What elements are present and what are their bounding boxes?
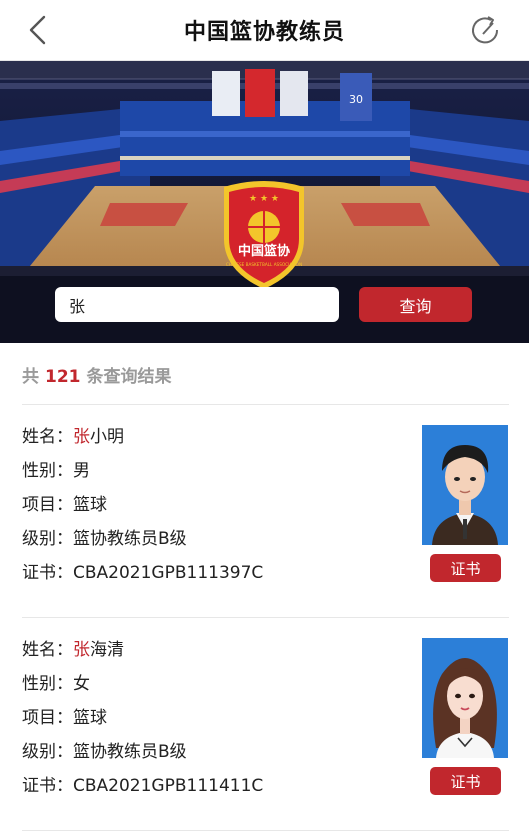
event-value: 篮球 bbox=[73, 708, 107, 728]
cert-row: 证书：CBA2021GPB111411C bbox=[22, 774, 263, 798]
gender-label: 性别： bbox=[22, 461, 73, 481]
summary-prefix: 共 bbox=[22, 367, 39, 387]
level-value: 篮协教练员B级 bbox=[73, 529, 187, 549]
event-row: 项目：篮球 bbox=[22, 706, 107, 730]
certificate-button[interactable]: 证书 bbox=[430, 554, 501, 582]
certificate-button[interactable]: 证书 bbox=[430, 767, 501, 795]
gender-label: 性别： bbox=[22, 674, 73, 694]
cert-label: 证书： bbox=[22, 776, 73, 796]
nav-bar: 中国篮协教练员 bbox=[0, 0, 529, 61]
level-label: 级别： bbox=[22, 742, 73, 762]
event-value: 篮球 bbox=[73, 495, 107, 515]
level-label: 级别： bbox=[22, 529, 73, 549]
cert-row: 证书：CBA2021GPB111397C bbox=[22, 561, 263, 585]
avatar bbox=[422, 425, 508, 545]
logo-text: 中国篮协 bbox=[238, 243, 290, 259]
name-row: 姓名：张小明 bbox=[22, 425, 124, 449]
name-rest: 小明 bbox=[90, 427, 124, 447]
level-row: 级别：篮协教练员B级 bbox=[22, 527, 187, 551]
gender-row: 性别：男 bbox=[22, 459, 90, 483]
avatar bbox=[422, 638, 508, 758]
divider bbox=[22, 830, 509, 831]
cert-value: CBA2021GPB111411C bbox=[73, 776, 264, 796]
event-row: 项目：篮球 bbox=[22, 493, 107, 517]
name-highlight: 张 bbox=[73, 427, 90, 447]
search-button[interactable]: 查询 bbox=[359, 287, 472, 322]
name-label: 姓名： bbox=[22, 640, 73, 660]
cert-label: 证书： bbox=[22, 563, 73, 583]
event-label: 项目： bbox=[22, 495, 73, 515]
name-highlight: 张 bbox=[73, 640, 90, 660]
result-count: 121 bbox=[45, 367, 81, 387]
divider bbox=[22, 617, 509, 618]
logo-subtext: CHINESE BASKETBALL ASSOCIATION bbox=[226, 262, 302, 267]
gender-value: 女 bbox=[73, 674, 90, 694]
level-value: 篮协教练员B级 bbox=[73, 742, 187, 762]
cert-value: CBA2021GPB111397C bbox=[73, 563, 264, 583]
cba-logo: ★ ★ ★ 中国篮协 CHINESE BASKETBALL ASSOCIATIO… bbox=[224, 181, 304, 289]
gender-row: 性别：女 bbox=[22, 672, 90, 696]
svg-text:★ ★ ★: ★ ★ ★ bbox=[249, 194, 279, 204]
page-title: 中国篮协教练员 bbox=[183, 20, 345, 45]
name-rest: 海清 bbox=[90, 640, 124, 660]
divider bbox=[22, 404, 509, 405]
event-label: 项目： bbox=[22, 708, 73, 728]
level-row: 级别：篮协教练员B级 bbox=[22, 740, 187, 764]
search-input[interactable] bbox=[55, 287, 339, 322]
banner-number: 30 bbox=[349, 93, 363, 106]
result-summary: 共 121 条查询结果 bbox=[22, 362, 172, 387]
gender-value: 男 bbox=[73, 461, 90, 481]
name-row: 姓名：张海清 bbox=[22, 638, 124, 662]
share-icon[interactable] bbox=[469, 14, 501, 46]
summary-suffix: 条查询结果 bbox=[86, 367, 172, 387]
name-label: 姓名： bbox=[22, 427, 73, 447]
